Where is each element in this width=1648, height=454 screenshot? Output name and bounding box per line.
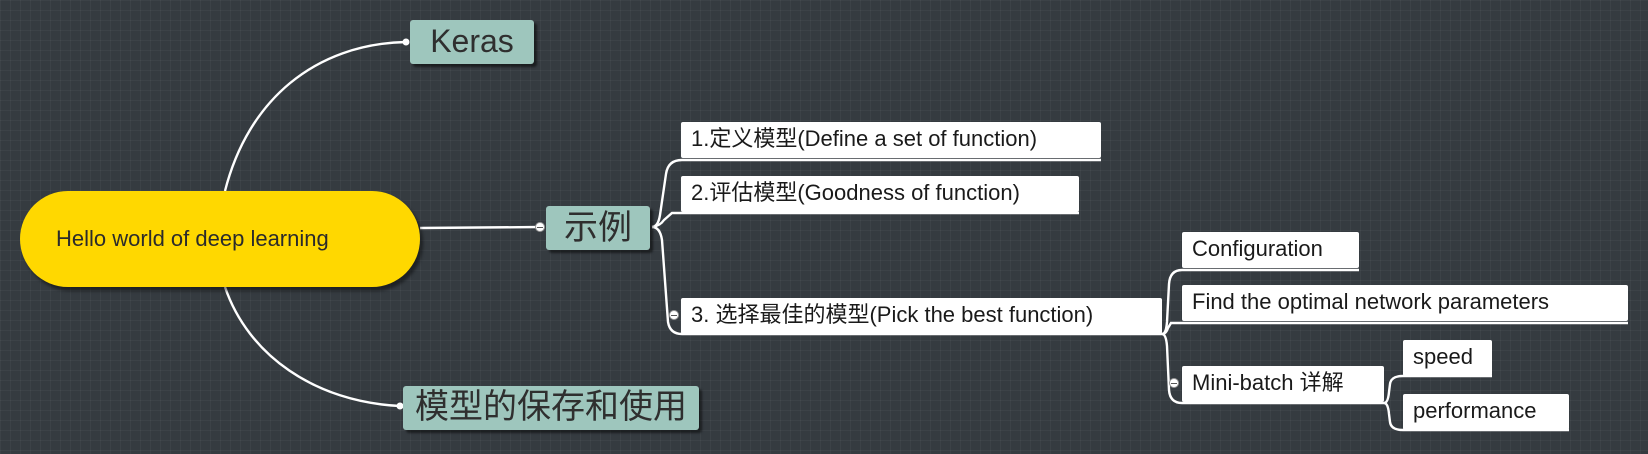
connector-root-example [419, 225, 541, 230]
subtopic-pick-best-model[interactable]: 3. 选择最佳的模型(Pick the best function) [681, 298, 1162, 334]
topic-save-and-use[interactable]: 模型的保存和使用 [403, 386, 699, 430]
connector-root-save [223, 286, 401, 408]
keras-anchor-dot [402, 38, 410, 46]
connector-pick-optimal [1161, 321, 1628, 336]
collapse-toggle-minibatch-icon[interactable] [1169, 378, 1179, 388]
topic-keras[interactable]: Keras [410, 20, 534, 64]
collapse-toggle-example-icon[interactable] [535, 222, 545, 232]
subtopic-performance[interactable]: performance [1403, 394, 1569, 430]
subtopic-find-optimal-parameters[interactable]: Find the optimal network parameters [1182, 285, 1628, 321]
subtopic-configuration[interactable]: Configuration [1182, 232, 1359, 268]
connector-root-keras [223, 40, 407, 192]
subtopic-mini-batch[interactable]: Mini-batch 详解 [1182, 366, 1384, 402]
collapse-toggle-pick-icon[interactable] [669, 310, 679, 320]
topic-example[interactable]: 示例 [546, 206, 650, 250]
subtopic-evaluate-model[interactable]: 2.评估模型(Goodness of function) [681, 176, 1079, 212]
subtopic-define-model[interactable]: 1.定义模型(Define a set of function) [681, 122, 1101, 158]
root-node[interactable]: Hello world of deep learning [20, 191, 420, 287]
subtopic-speed[interactable]: speed [1403, 340, 1492, 376]
connector-example-evaluate [651, 211, 1079, 229]
